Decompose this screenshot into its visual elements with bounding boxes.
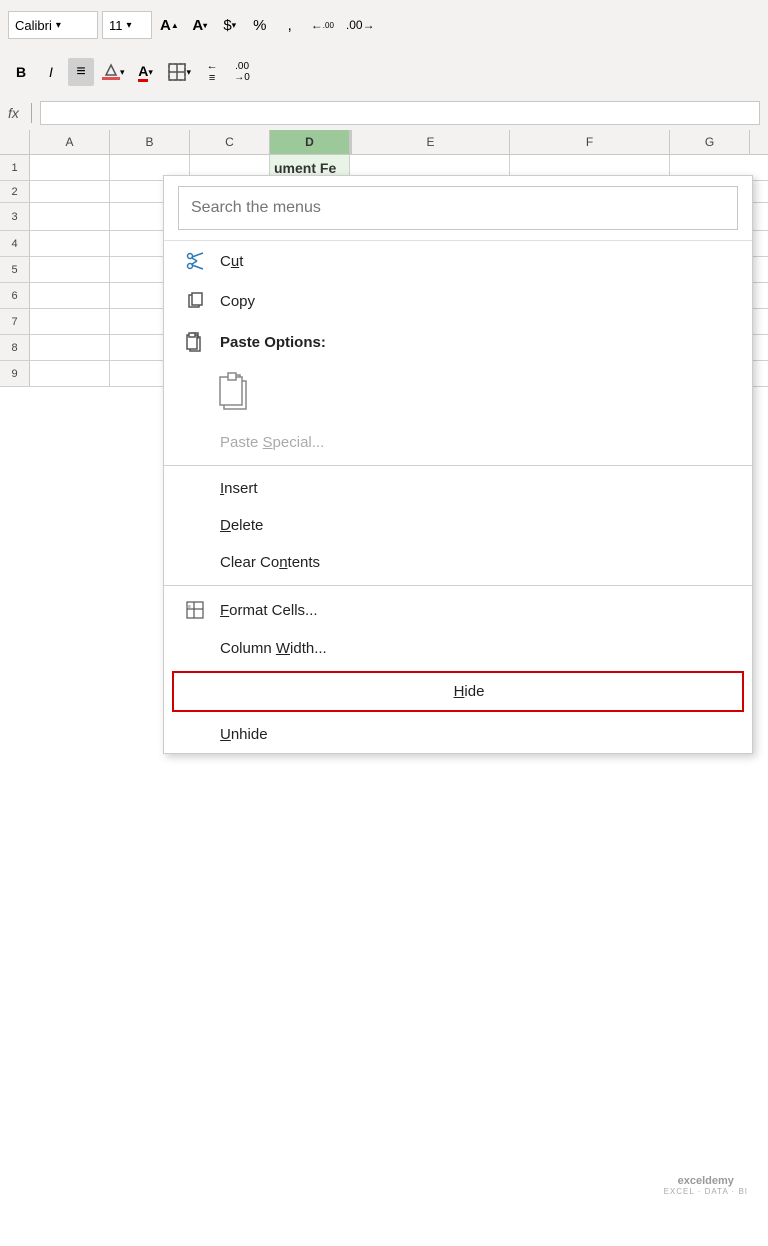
font-name-selector[interactable]: Calibri ▾ <box>8 11 98 39</box>
bold-button[interactable]: B <box>8 58 34 86</box>
clear-contents-label: Clear Contents <box>220 554 320 571</box>
paste-options-icons-row <box>164 363 752 424</box>
watermark-brand: exceldemy <box>664 1175 748 1187</box>
percent-button[interactable]: % <box>247 11 273 39</box>
increase-font-button[interactable]: A▲ <box>156 11 183 39</box>
insert-label: Insert <box>220 480 258 497</box>
col-header-e[interactable]: E <box>350 130 510 154</box>
col-header-b[interactable]: B <box>110 130 190 154</box>
format-cells-label: Format Cells... <box>220 602 318 619</box>
font-name-label: Calibri <box>15 18 52 33</box>
column-width-label: Column Width... <box>220 640 327 657</box>
divider-2 <box>164 585 752 586</box>
dollar-button[interactable]: $▾ <box>217 11 243 39</box>
paste-icon <box>184 331 206 353</box>
col-header-g[interactable]: G <box>670 130 750 154</box>
size-dropdown-icon[interactable]: ▾ <box>127 20 132 31</box>
col-header-c[interactable]: C <box>190 130 270 154</box>
row-number: 3 <box>0 203 30 230</box>
row-number: 5 <box>0 257 30 282</box>
font-size-selector[interactable]: 11 ▾ <box>102 11 152 39</box>
formula-bar-divider <box>31 103 32 123</box>
menu-item-copy[interactable]: Copy <box>164 281 752 321</box>
format-cells-icon: ≡ <box>184 600 206 620</box>
col-header-a[interactable]: A <box>30 130 110 154</box>
watermark-tagline: EXCEL · DATA · BI <box>664 1187 748 1196</box>
menu-item-paste-options[interactable]: Paste Options: <box>164 321 752 363</box>
cell-a1[interactable] <box>30 155 110 180</box>
toolbar-row2: B I ≡ ▾ A ▾ ▾ ←≡ <box>0 50 768 94</box>
font-size-label: 11 <box>109 18 123 33</box>
cell-a5[interactable] <box>30 257 110 282</box>
number-format-button[interactable]: .00→0 <box>229 58 255 86</box>
row-number: 7 <box>0 309 30 334</box>
formula-bar: fx <box>0 95 768 131</box>
paste-options-label: Paste Options: <box>220 334 326 351</box>
copy-label: Copy <box>220 293 255 310</box>
borders-icon <box>167 62 187 82</box>
toolbar-row1: Calibri ▾ 11 ▾ A▲ A▾ $▾ % , ←.00 .00→ <box>0 0 768 50</box>
menu-item-cut[interactable]: Cut <box>164 241 752 281</box>
paste-clipboard-icon <box>218 369 262 413</box>
delete-label: Delete <box>220 517 263 534</box>
search-box-row <box>164 176 752 241</box>
italic-button[interactable]: I <box>38 58 64 86</box>
decrease-indent-button[interactable]: ←≡ <box>199 58 225 86</box>
watermark: exceldemy EXCEL · DATA · BI <box>664 1175 748 1196</box>
svg-text:≡: ≡ <box>188 604 191 610</box>
col-header-d[interactable]: D <box>270 130 350 154</box>
fill-color-dropdown-icon: ▾ <box>120 67 125 78</box>
fx-label: fx <box>8 105 19 121</box>
decrease-decimal-button[interactable]: ←.00 <box>307 11 338 39</box>
font-dropdown-icon[interactable]: ▾ <box>56 20 61 31</box>
cell-a2[interactable] <box>30 181 110 202</box>
cell-a8[interactable] <box>30 335 110 360</box>
formula-input[interactable] <box>40 101 760 125</box>
menu-item-column-width[interactable]: Column Width... <box>164 630 752 667</box>
cell-a6[interactable] <box>30 283 110 308</box>
row-number: 1 <box>0 155 30 180</box>
font-color-button[interactable]: A ▾ <box>133 58 159 86</box>
increase-decimal-button[interactable]: .00→ <box>342 11 379 39</box>
unhide-label: Unhide <box>220 726 268 743</box>
row-number: 2 <box>0 181 30 202</box>
menu-item-paste-special[interactable]: Paste Special... <box>164 424 752 461</box>
fill-color-button[interactable]: ▾ <box>98 58 129 86</box>
menu-item-format-cells[interactable]: ≡ Format Cells... <box>164 590 752 630</box>
cut-icon <box>184 251 206 271</box>
menu-search-input[interactable] <box>178 186 738 230</box>
align-center-button[interactable]: ≡ <box>68 58 94 86</box>
menu-item-insert[interactable]: Insert <box>164 470 752 507</box>
row-number: 9 <box>0 361 30 386</box>
cut-label: Cut <box>220 253 243 270</box>
row-number: 6 <box>0 283 30 308</box>
comma-button[interactable]: , <box>277 11 303 39</box>
row-number: 4 <box>0 231 30 256</box>
fill-color-icon <box>102 63 120 81</box>
divider-1 <box>164 465 752 466</box>
cell-a9[interactable] <box>30 361 110 386</box>
row-number: 8 <box>0 335 30 360</box>
menu-item-unhide[interactable]: Unhide <box>164 716 752 753</box>
copy-icon <box>184 291 206 311</box>
cell-a4[interactable] <box>30 231 110 256</box>
context-menu: Cut Copy Paste Options: <box>163 175 753 754</box>
menu-item-clear-contents[interactable]: Clear Contents <box>164 544 752 581</box>
col-header-f[interactable]: F <box>510 130 670 154</box>
borders-button[interactable]: ▾ <box>163 58 196 86</box>
cell-a3[interactable] <box>30 203 110 230</box>
hide-label: Hide <box>454 683 485 700</box>
row-header-spacer <box>0 130 30 154</box>
menu-item-delete[interactable]: Delete <box>164 507 752 544</box>
menu-item-hide[interactable]: Hide <box>172 671 744 712</box>
column-headers: A B C D E F G <box>0 130 768 155</box>
cell-a7[interactable] <box>30 309 110 334</box>
decrease-font-button[interactable]: A▾ <box>187 11 213 39</box>
paste-special-label: Paste Special... <box>220 434 324 451</box>
